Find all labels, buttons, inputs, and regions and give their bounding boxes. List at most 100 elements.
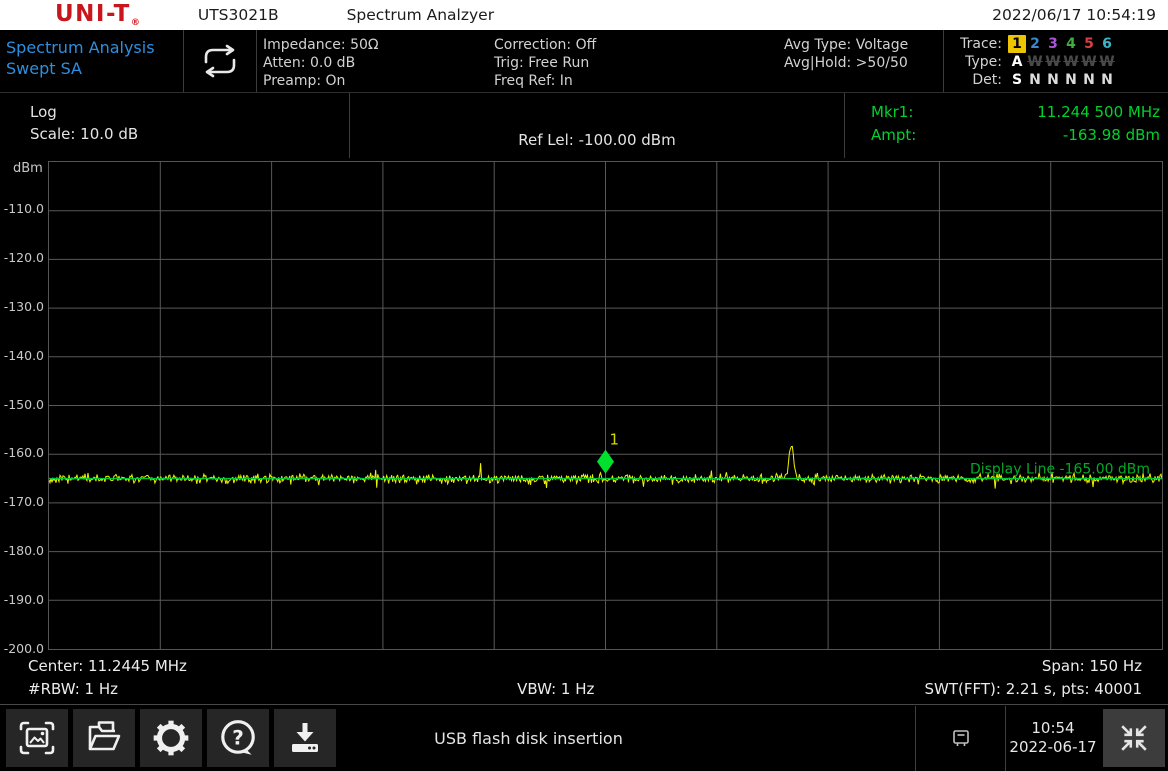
brand-text: UNI-T — [55, 1, 131, 27]
preamp-readout: Preamp: On — [263, 72, 494, 90]
trig-readout: Trig: Free Run — [494, 54, 784, 72]
marker-readout: Mkr1: 11.244 500 MHz Ampt: -163.98 dBm — [845, 93, 1168, 158]
loop-sweep-icon — [198, 44, 242, 78]
registered-mark: ® — [131, 18, 140, 28]
spectrum-display: dBm -110.0 -120.0 -130.0 -140.0 -150.0 -… — [0, 158, 1168, 652]
help-button[interactable]: ? — [207, 709, 269, 767]
clock-readout: 10:54 2022-06-17 — [1006, 719, 1100, 757]
marker-diamond — [597, 450, 614, 474]
trace-row-label: Trace: — [954, 35, 1002, 53]
y-tick: -120.0 — [4, 250, 44, 265]
trace-3-button[interactable]: 3 — [1044, 35, 1062, 53]
trigger-settings-readout: Correction: Off Trig: Free Run Freq Ref:… — [494, 30, 784, 92]
center-freq-readout: Center: 11.2445 MHz — [28, 655, 187, 678]
screenshot-icon — [17, 718, 57, 758]
freq-ref-readout: Freq Ref: In — [494, 72, 784, 90]
y-tick: -190.0 — [4, 592, 44, 607]
grid-lines — [49, 162, 1162, 649]
vbw-annotation: VBW: 1 Hz — [187, 655, 925, 704]
atten-readout: Atten: 0.0 dB — [263, 54, 494, 72]
screenshot-button[interactable] — [6, 709, 68, 767]
collapse-arrows-icon — [1119, 723, 1149, 753]
y-tick: -200.0 — [4, 641, 44, 656]
file-open-icon — [84, 718, 124, 758]
trace-plot-area: Display Line -165.00 dBm 1 — [48, 161, 1163, 650]
trace-6-det: N — [1098, 71, 1116, 89]
span-annotations: Span: 150 Hz SWT(FFT): 2.21 s, pts: 4000… — [925, 655, 1142, 704]
mode-line2: Swept SA — [6, 58, 183, 79]
vbw-readout: VBW: 1 Hz — [187, 678, 925, 701]
det-row: Det: S N N N N N — [954, 71, 1162, 89]
ampt-label: Ampt: — [871, 124, 916, 147]
top-bar: UNI-T® UTS3021B Spectrum Analzyer 2022/0… — [0, 0, 1168, 30]
trace-1-det: S — [1008, 71, 1026, 89]
bottom-toolbar: ? USB flash disk insertion 10:54 2022-06… — [0, 704, 1168, 771]
save-download-icon — [285, 718, 325, 758]
rbw-readout: #RBW: 1 Hz — [28, 678, 187, 701]
sweep-annotation-bar: Center: 11.2445 MHz #RBW: 1 Hz VBW: 1 Hz… — [0, 652, 1168, 704]
trace-4-det: N — [1062, 71, 1080, 89]
type-row: Type: A W W W W W — [954, 53, 1162, 71]
correction-readout: Correction: Off — [494, 36, 784, 54]
status-message: USB flash disk insertion — [336, 729, 915, 748]
marker-label: Mkr1: — [871, 101, 913, 124]
trace-5-det: N — [1080, 71, 1098, 89]
avg-settings-readout: Avg Type: Voltage Avg|Hold: >50/50 — [784, 30, 943, 92]
mode-title[interactable]: Spectrum Analysis Swept SA — [0, 30, 183, 92]
trace-4-button[interactable]: 4 — [1062, 35, 1080, 53]
app-title: Spectrum Analzyer — [347, 6, 495, 24]
trace-3-type: W — [1044, 53, 1062, 71]
trace-row: Trace: 1 2 3 4 5 6 — [954, 35, 1162, 53]
usb-disk-indicator — [916, 726, 1005, 750]
file-open-button[interactable] — [73, 709, 135, 767]
swt-readout: SWT(FFT): 2.21 s, pts: 40001 — [925, 678, 1142, 701]
trace-1-type: A — [1008, 53, 1026, 71]
y-tick: -160.0 — [4, 445, 44, 460]
settings-gear-icon — [150, 717, 192, 759]
span-readout: Span: 150 Hz — [925, 655, 1142, 678]
usb-disk-icon — [949, 726, 973, 750]
trace-4-type: W — [1062, 53, 1080, 71]
impedance-readout: Impedance: 50Ω — [263, 36, 494, 54]
ref-level-readout: Ref Lel: -100.00 dBm — [350, 93, 844, 158]
mode-line1: Spectrum Analysis — [6, 37, 183, 58]
trace-2-det: N — [1026, 71, 1044, 89]
freq-annotations: Center: 11.2445 MHz #RBW: 1 Hz — [28, 655, 187, 704]
type-row-label: Type: — [954, 53, 1002, 71]
trace-2-button[interactable]: 2 — [1026, 35, 1044, 53]
scale-value: Scale: 10.0 dB — [30, 123, 349, 145]
input-settings-readout: Impedance: 50Ω Atten: 0.0 dB Preamp: On — [257, 30, 494, 92]
header-datetime: 2022/06/17 10:54:19 — [992, 6, 1156, 24]
model-number: UTS3021B — [198, 6, 279, 24]
clock-date: 2022-06-17 — [1006, 738, 1100, 757]
ampt-value: -163.98 dBm — [1063, 124, 1160, 147]
scale-readout: Log Scale: 10.0 dB — [0, 93, 349, 158]
y-tick: -130.0 — [4, 299, 44, 314]
y-tick: -150.0 — [4, 397, 44, 412]
trace-status-table: Trace: 1 2 3 4 5 6 Type: A W W W W W Det… — [944, 30, 1168, 92]
svg-text:?: ? — [232, 725, 244, 749]
y-tick: -110.0 — [4, 201, 44, 216]
avg-type-readout: Avg Type: Voltage — [784, 36, 943, 54]
trace-6-button[interactable]: 6 — [1098, 35, 1116, 53]
y-tick: -170.0 — [4, 494, 44, 509]
trace-5-type: W — [1080, 53, 1098, 71]
collapse-toolbar-button[interactable] — [1103, 709, 1165, 767]
y-axis: -110.0 -120.0 -130.0 -140.0 -150.0 -160.… — [0, 161, 47, 650]
mode-status-bar: Spectrum Analysis Swept SA Impedance: 50… — [0, 30, 1168, 92]
settings-button[interactable] — [140, 709, 202, 767]
y-tick: -140.0 — [4, 348, 44, 363]
continuous-sweep-toggle[interactable] — [184, 30, 256, 92]
trace-5-button[interactable]: 5 — [1080, 35, 1098, 53]
trace-6-type: W — [1098, 53, 1116, 71]
avg-hold-readout: Avg|Hold: >50/50 — [784, 54, 943, 72]
display-line-label: Display Line -165.00 dBm — [970, 462, 1150, 478]
trace-3-det: N — [1044, 71, 1062, 89]
clock-time: 10:54 — [1006, 719, 1100, 738]
trace-1-button[interactable]: 1 — [1008, 35, 1026, 53]
spectrum-trace-svg: Display Line -165.00 dBm 1 — [49, 162, 1162, 649]
det-row-label: Det: — [954, 71, 1002, 89]
marker-frequency: 11.244 500 MHz — [1037, 101, 1160, 124]
marker-number: 1 — [609, 431, 619, 449]
save-to-usb-button[interactable] — [274, 709, 336, 767]
